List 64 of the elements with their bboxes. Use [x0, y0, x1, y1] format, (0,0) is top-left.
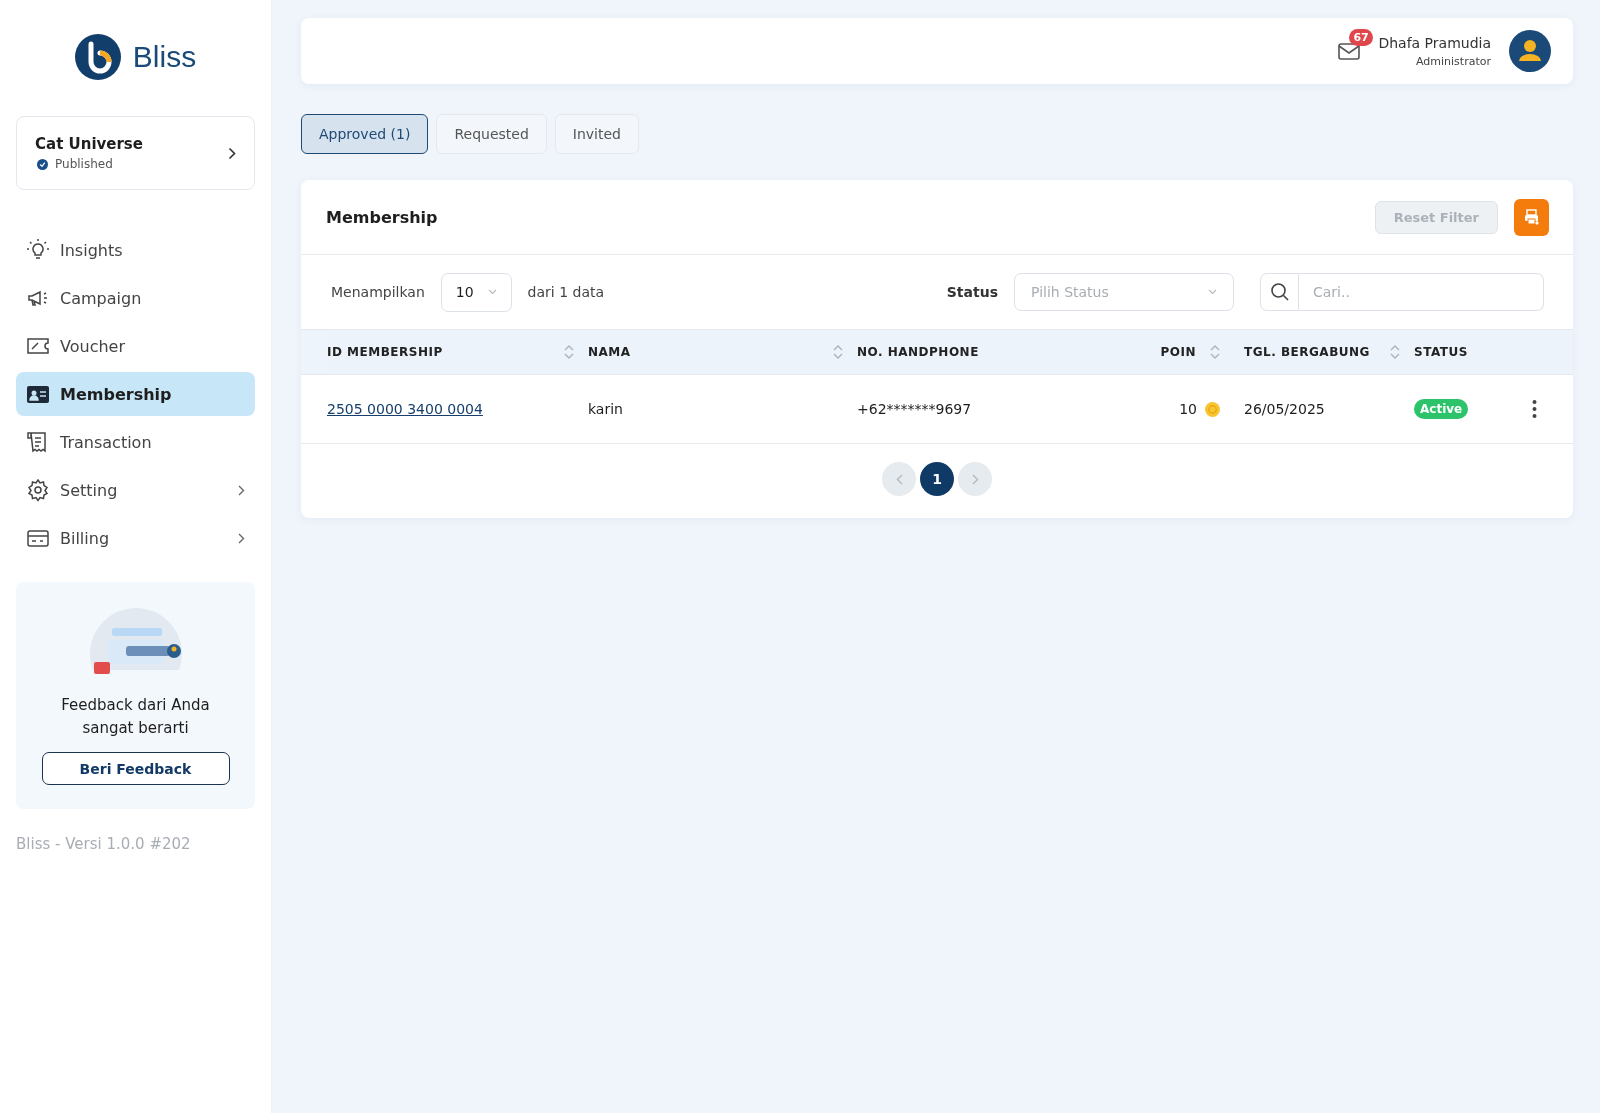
next-page-button[interactable] — [958, 462, 992, 496]
status-badge: Active — [1414, 399, 1469, 419]
printer-icon — [1523, 209, 1540, 225]
export-button[interactable] — [1514, 198, 1549, 236]
previous-page-button[interactable] — [882, 462, 916, 496]
column-label: STATUS — [1414, 345, 1468, 359]
logo-icon — [74, 34, 121, 80]
avatar-icon[interactable] — [1509, 30, 1551, 72]
nav-item[interactable]: Setting — [16, 468, 255, 512]
nav-item[interactable]: Voucher — [16, 324, 255, 368]
nav-item[interactable]: Transaction — [16, 420, 255, 464]
page-size-select[interactable]: 10 — [440, 272, 512, 312]
column-label: NO. HANDPHONE — [857, 345, 979, 359]
search-addon[interactable] — [1260, 273, 1299, 311]
card-title: Membership — [326, 207, 438, 227]
status-label: Status — [946, 284, 998, 300]
show-label: Menampilkan — [331, 284, 425, 300]
total-text: dari 1 data — [527, 284, 605, 300]
feedback-message: Feedback dari Anda sangat berarti — [60, 695, 211, 739]
table-cell: 26/05/2025 — [1244, 401, 1325, 417]
chevron-down-icon — [487, 289, 497, 295]
lightbulb-icon — [26, 238, 50, 262]
sort-icon[interactable] — [1210, 344, 1220, 360]
nav-item[interactable]: Insights — [16, 228, 255, 272]
logo-text: Bliss — [132, 40, 197, 74]
column-label: TGL. BERGABUNG — [1244, 345, 1370, 359]
more-icon[interactable] — [1532, 399, 1537, 419]
table-cell: +62*******9697 — [857, 401, 972, 417]
user-role: Administrator — [1416, 54, 1491, 68]
search-icon — [1269, 282, 1290, 302]
chevron-down-icon — [1208, 289, 1217, 295]
tab[interactable]: Approved (1) — [301, 114, 429, 154]
table-cell: karin — [588, 401, 623, 417]
chevron-right-icon — [971, 473, 979, 485]
chevron-right-icon — [238, 484, 245, 496]
column-label: POIN — [1160, 345, 1196, 359]
nav-item[interactable]: Membership — [16, 372, 255, 416]
page-button[interactable]: 1 — [920, 462, 954, 496]
project-selector[interactable]: Cat Universe Published — [16, 116, 255, 190]
membership-id-link[interactable]: 2505 0000 3400 0004 — [327, 401, 483, 417]
mail-icon[interactable] — [1338, 42, 1361, 60]
sort-icon[interactable] — [1390, 344, 1400, 360]
project-name: Cat Universe — [35, 135, 143, 153]
sort-icon[interactable] — [564, 344, 574, 360]
column-label: NAMA — [588, 345, 631, 359]
chevron-right-icon — [238, 532, 245, 544]
column-label: ID MEMBERSHIP — [327, 345, 443, 359]
tab[interactable]: Invited — [554, 114, 639, 154]
notification-count: 67 — [1349, 29, 1373, 46]
settings-icon — [26, 478, 50, 502]
chevron-right-icon — [228, 146, 236, 160]
version-text: Bliss - Versi 1.0.0 #202 — [16, 835, 192, 853]
user-name: Dhafa Pramudia — [1378, 34, 1491, 51]
tab[interactable]: Requested — [436, 114, 547, 154]
table-cell: 10 — [1179, 401, 1197, 417]
coin-icon — [1205, 401, 1220, 417]
feedback-button[interactable]: Beri Feedback — [41, 752, 230, 785]
search-field[interactable]: Cari.. — [1299, 273, 1544, 311]
nav-item[interactable]: Campaign — [16, 276, 255, 320]
nav-item[interactable]: Billing — [16, 516, 255, 560]
sort-icon[interactable] — [833, 344, 843, 360]
verified-icon — [37, 158, 48, 170]
project-status: Published — [55, 157, 113, 171]
chevron-left-icon — [895, 473, 903, 485]
